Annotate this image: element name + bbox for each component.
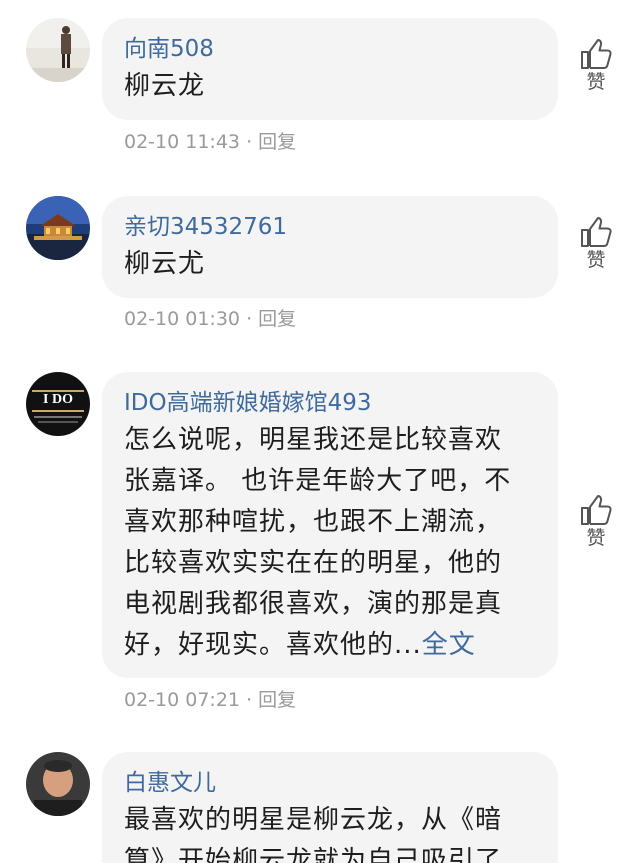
- like-label: 赞: [586, 249, 606, 271]
- comment-meta: 02-10 01:30 · 回复: [124, 307, 296, 331]
- comment-text-tail: 好，好现实。喜欢他的...: [124, 630, 422, 660]
- comment-text-line: 算》开始柳云龙就为自己吸引了: [124, 846, 503, 863]
- timestamp: 02-10 11:43: [124, 131, 241, 153]
- timestamp: 02-10 01:30: [124, 308, 241, 330]
- reply-button[interactable]: 回复: [258, 131, 296, 153]
- expand-full-text-link[interactable]: 全文: [422, 630, 476, 660]
- thumbs-up-icon: [574, 216, 618, 248]
- thumbs-up-icon: [574, 494, 618, 526]
- like-button[interactable]: 赞: [574, 216, 618, 272]
- comment-feed: 向南508 柳云龙 02-10 11:43 · 回复 赞 亲切34532761 …: [0, 0, 640, 863]
- like-label: 赞: [586, 71, 606, 93]
- comment-meta: 02-10 07:21 · 回复: [124, 688, 296, 712]
- comment-text-line: 喜欢那种喧扰，也跟不上潮流，: [124, 507, 503, 537]
- username[interactable]: 向南508: [124, 32, 536, 66]
- comment-bubble: 亲切34532761 柳云尤: [102, 196, 558, 298]
- avatar[interactable]: [26, 196, 90, 260]
- comment-bubble: 向南508 柳云龙: [102, 18, 558, 120]
- like-button[interactable]: 赞: [574, 494, 618, 550]
- reply-button[interactable]: 回复: [258, 689, 296, 711]
- avatar[interactable]: [26, 18, 90, 82]
- like-button[interactable]: 赞: [574, 38, 618, 94]
- reply-button[interactable]: 回复: [258, 308, 296, 330]
- avatar[interactable]: [26, 752, 90, 816]
- comment-text: 柳云尤: [124, 249, 206, 279]
- comment-text-line: 怎么说呢，明星我还是比较喜欢: [124, 425, 503, 455]
- comment-text: 柳云龙: [124, 71, 206, 101]
- separator: ·: [246, 131, 253, 153]
- username[interactable]: 白惠文儿: [124, 766, 536, 800]
- comment-bubble: IDO高端新娘婚嫁馆493 怎么说呢，明星我还是比较喜欢 张嘉译。 也许是年龄大…: [102, 372, 558, 678]
- timestamp: 02-10 07:21: [124, 689, 241, 711]
- comment-meta: 02-10 11:43 · 回复: [124, 130, 296, 154]
- comment-text-line: 比较喜欢实实在在的明星，他的: [124, 548, 503, 578]
- username[interactable]: 亲切34532761: [124, 210, 536, 244]
- like-label: 赞: [586, 527, 606, 549]
- avatar-logo-text: I DO: [43, 392, 73, 407]
- comment-text-line: 张嘉译。 也许是年龄大了吧，不: [124, 466, 512, 496]
- username[interactable]: IDO高端新娘婚嫁馆493: [124, 386, 536, 420]
- avatar[interactable]: I DO: [26, 372, 90, 436]
- comment-text-line: 电视剧我都很喜欢，演的那是真: [124, 589, 503, 619]
- comment-text-line: 好，好现实。喜欢他的...全文: [124, 625, 536, 666]
- comment-bubble: 白惠文儿 最喜欢的明星是柳云龙，从《暗 算》开始柳云龙就为自己吸引了: [102, 752, 558, 863]
- comment-text-line: 最喜欢的明星是柳云龙，从《暗: [124, 805, 503, 835]
- thumbs-up-icon: [574, 38, 618, 70]
- separator: ·: [246, 689, 253, 711]
- separator: ·: [246, 308, 253, 330]
